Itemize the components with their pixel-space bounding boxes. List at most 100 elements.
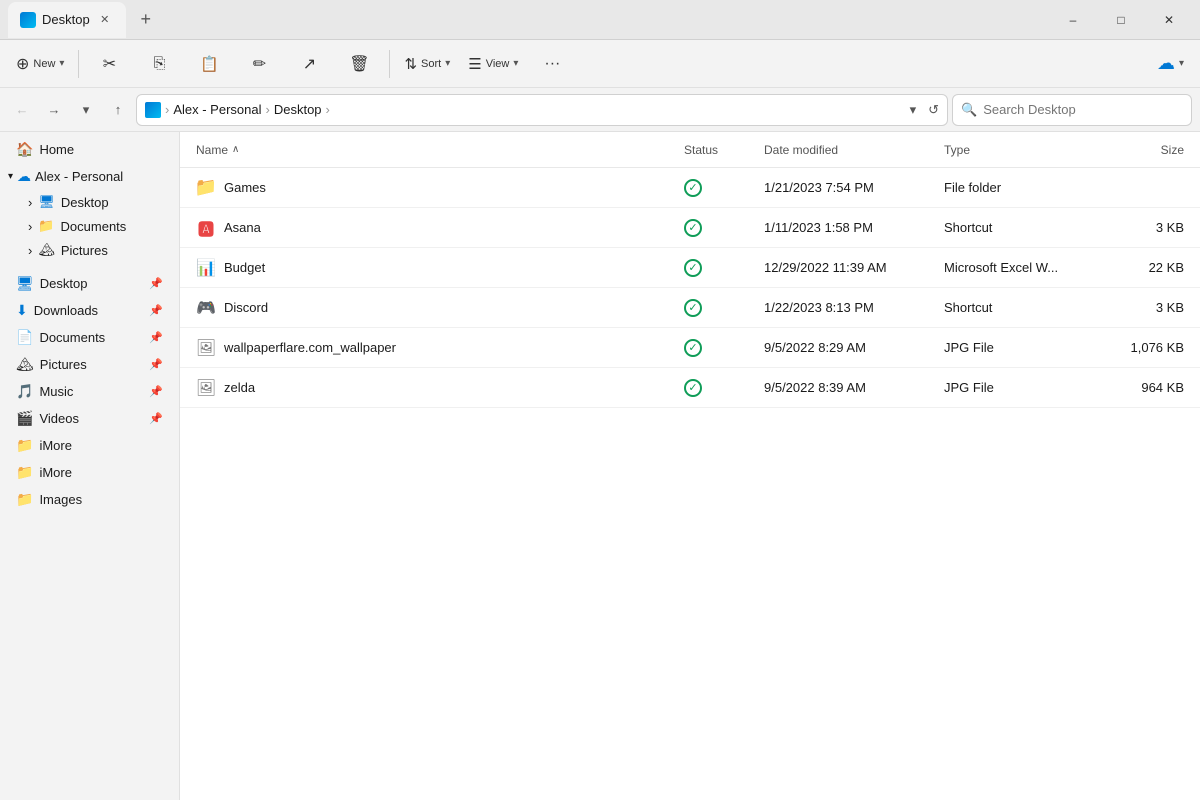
file-name-text: zelda <box>224 380 255 395</box>
qa-music-pin: 📌 <box>149 385 163 398</box>
qa-images-icon: 📁 <box>16 491 33 508</box>
search-input[interactable] <box>983 102 1183 117</box>
tab-close-button[interactable]: ✕ <box>96 11 114 29</box>
sidebar-quickaccess-videos[interactable]: 🎬 Videos 📌 <box>4 405 175 432</box>
table-row[interactable]: 🎮 Discord ✓ 1/22/2023 8:13 PM Shortcut 3… <box>180 288 1200 328</box>
recent-locations-button[interactable]: ▾ <box>72 96 100 124</box>
copy-icon: ⎘ <box>153 55 165 72</box>
sort-arrow: ∧ <box>232 144 239 155</box>
qa-pictures-label: Pictures <box>40 357 144 372</box>
table-row[interactable]: 🖼 wallpaperflare.com_wallpaper ✓ 9/5/202… <box>180 328 1200 368</box>
status-check-icon: ✓ <box>684 179 702 197</box>
file-size: 3 KB <box>1104 220 1184 235</box>
active-tab[interactable]: Desktop ✕ <box>8 2 126 38</box>
paste-button[interactable]: 📋 <box>185 44 233 84</box>
col-date-header[interactable]: Date modified <box>764 143 944 157</box>
qa-downloads-pin: 📌 <box>149 304 163 317</box>
new-icon: ⊕ <box>16 54 29 74</box>
sidebar-quickaccess-imore1[interactable]: 📁 iMore <box>4 432 175 459</box>
qa-pictures-pin: 📌 <box>149 358 163 371</box>
path-refresh-button[interactable]: ↺ <box>928 102 939 118</box>
more-button[interactable]: ··· <box>528 44 576 84</box>
minimize-button[interactable]: – <box>1050 4 1096 36</box>
title-bar-left: Desktop ✕ + <box>8 2 1050 38</box>
forward-button[interactable]: → <box>40 96 68 124</box>
toolbar-separator-2 <box>389 50 390 78</box>
table-row[interactable]: 🅰 Asana ✓ 1/11/2023 1:58 PM Shortcut 3 K… <box>180 208 1200 248</box>
delete-icon: 🗑 <box>349 54 369 74</box>
view-label: View <box>486 58 510 70</box>
sort-label: Sort <box>421 58 441 70</box>
file-icon: 🖼 <box>196 338 216 358</box>
qa-music-icon: 🎵 <box>16 383 33 400</box>
col-size-header[interactable]: Size <box>1104 143 1184 157</box>
file-icon: 🅰 <box>196 218 216 238</box>
path-sep-3: › <box>326 102 330 117</box>
sidebar-item-desktop[interactable]: › 🖥 Desktop <box>12 190 175 214</box>
sidebar-quickaccess-pictures[interactable]: 🏔 Pictures 📌 <box>4 351 175 378</box>
col-type-header[interactable]: Type <box>944 143 1104 157</box>
close-button[interactable]: ✕ <box>1146 4 1192 36</box>
qa-downloads-icon: ⬇ <box>16 302 28 319</box>
status-check-icon: ✓ <box>684 219 702 237</box>
up-button[interactable]: ↑ <box>104 96 132 124</box>
col-status-header[interactable]: Status <box>684 143 764 157</box>
sidebar-quickaccess-documents[interactable]: 📄 Documents 📌 <box>4 324 175 351</box>
sidebar-quickaccess-downloads[interactable]: ⬇ Downloads 📌 <box>4 297 175 324</box>
new-button[interactable]: ⊕ New ▾ <box>8 44 72 84</box>
desktop-icon: 🖥 <box>38 194 55 210</box>
more-icon: ··· <box>544 55 560 73</box>
path-account[interactable]: Alex - Personal <box>173 102 261 117</box>
maximize-button[interactable]: □ <box>1098 4 1144 36</box>
address-path[interactable]: › Alex - Personal › Desktop › ▾ ↺ <box>136 94 948 126</box>
file-status: ✓ <box>684 339 764 357</box>
copy-button[interactable]: ⎘ <box>135 44 183 84</box>
sidebar-quickaccess-desktop[interactable]: 🖥 Desktop 📌 <box>4 270 175 297</box>
cut-icon: ✂ <box>103 54 116 74</box>
file-name-cell: 🎮 Discord <box>196 298 684 318</box>
path-chevron-button[interactable]: ▾ <box>910 102 917 118</box>
view-button[interactable]: ☰ View ▾ <box>460 44 526 84</box>
back-button[interactable]: ← <box>8 96 36 124</box>
qa-music-label: Music <box>39 384 143 399</box>
sidebar-quickaccess-images[interactable]: 📁 Images <box>4 486 175 513</box>
sidebar-item-pictures[interactable]: › 🏔 Pictures <box>12 238 175 262</box>
sort-icon: ⇅ <box>404 55 417 73</box>
search-icon: 🔍 <box>961 102 977 118</box>
window-controls: – □ ✕ <box>1050 4 1192 36</box>
sidebar-quickaccess-music[interactable]: 🎵 Music 📌 <box>4 378 175 405</box>
table-row[interactable]: 📊 Budget ✓ 12/29/2022 11:39 AM Microsoft… <box>180 248 1200 288</box>
new-dropdown-arrow: ▾ <box>59 58 64 69</box>
col-name-label: Name <box>196 143 228 157</box>
sidebar-item-documents[interactable]: › 📁 Documents <box>12 214 175 238</box>
path-sep-2: › <box>266 102 270 117</box>
file-size: 22 KB <box>1104 260 1184 275</box>
table-row[interactable]: 🖼 zelda ✓ 9/5/2022 8:39 AM JPG File 964 … <box>180 368 1200 408</box>
sidebar-group-alex[interactable]: ▾ ☁ Alex - Personal <box>0 163 179 190</box>
rename-button[interactable]: ✏ <box>235 44 283 84</box>
qa-desktop-pin: 📌 <box>149 277 163 290</box>
sidebar-quickaccess-imore2[interactable]: 📁 iMore <box>4 459 175 486</box>
qa-images-label: Images <box>39 492 163 507</box>
onedrive-button[interactable]: ☁ ▾ <box>1149 49 1192 78</box>
search-box[interactable]: 🔍 <box>952 94 1192 126</box>
cut-button[interactable]: ✂ <box>85 44 133 84</box>
delete-button[interactable]: 🗑 <box>335 44 383 84</box>
path-folder[interactable]: Desktop <box>274 102 322 117</box>
sort-button[interactable]: ⇅ Sort ▾ <box>396 44 458 84</box>
sidebar-item-home[interactable]: 🏠 Home <box>4 136 175 163</box>
col-name-header[interactable]: Name ∧ <box>196 143 684 157</box>
file-type: Microsoft Excel W... <box>944 260 1104 275</box>
alex-group-chevron: ▾ <box>8 171 13 182</box>
main-layout: 🏠 Home ▾ ☁ Alex - Personal › 🖥 Desktop ›… <box>0 132 1200 800</box>
shortcut-purple-icon: 🎮 <box>196 298 216 318</box>
table-row[interactable]: 📁 Games ✓ 1/21/2023 7:54 PM File folder <box>180 168 1200 208</box>
toolbar-separator-1 <box>78 50 79 78</box>
qa-documents-pin: 📌 <box>149 331 163 344</box>
qa-videos-label: Videos <box>39 411 143 426</box>
file-icon: 🎮 <box>196 298 216 318</box>
new-tab-button[interactable]: + <box>130 4 162 36</box>
status-check-icon: ✓ <box>684 339 702 357</box>
alex-personal-label: Alex - Personal <box>35 169 171 184</box>
share-button[interactable]: ↗ <box>285 44 333 84</box>
